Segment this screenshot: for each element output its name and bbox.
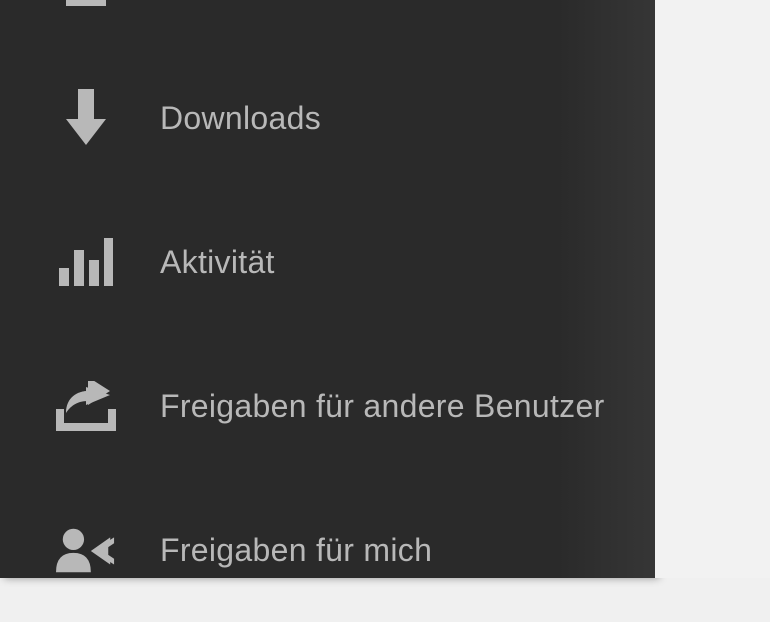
download-arrow-icon (56, 88, 116, 148)
share-out-icon (56, 376, 116, 436)
sidebar-item-label: Aktivität (160, 244, 275, 281)
sidebar-item-downloads[interactable]: Downloads (0, 46, 655, 190)
bar-chart-icon (56, 232, 116, 292)
partial-top-icon (56, 0, 116, 10)
shared-with-me-icon (56, 520, 116, 580)
sidebar-item-label: Freigaben für andere Benutzer (160, 388, 605, 425)
sidebar-item-label: Freigaben für mich (160, 532, 432, 569)
sidebar-item-partial[interactable] (0, 0, 655, 46)
sidebar: Downloads Aktivität (0, 0, 655, 578)
sidebar-item-label: Downloads (160, 100, 321, 137)
sidebar-item-shared-with-me[interactable]: Freigaben für mich (0, 478, 655, 622)
sidebar-item-shared-by-me[interactable]: Freigaben für andere Benutzer (0, 334, 655, 478)
nav-list: Downloads Aktivität (0, 0, 655, 622)
sidebar-item-activity[interactable]: Aktivität (0, 190, 655, 334)
content-panel (655, 0, 770, 578)
